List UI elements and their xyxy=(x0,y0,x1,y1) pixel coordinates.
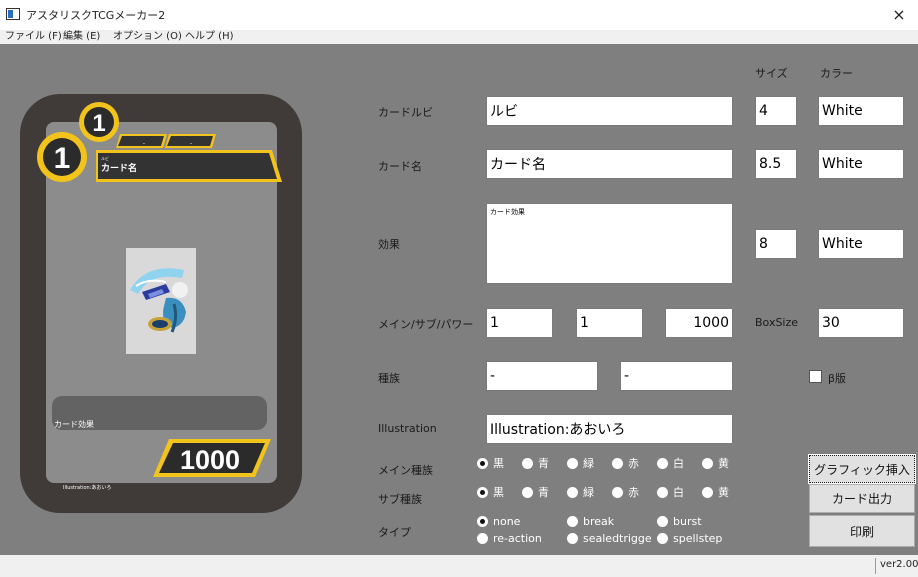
radio-dot xyxy=(522,487,533,498)
status-separator xyxy=(875,558,876,574)
race-input-2[interactable] xyxy=(620,361,733,391)
radio-dot xyxy=(612,458,623,469)
power-input[interactable] xyxy=(665,308,733,338)
menu-edit[interactable]: 編集 (E) xyxy=(63,30,100,44)
boxsize-input[interactable] xyxy=(818,308,904,338)
illustration-input[interactable] xyxy=(486,414,733,444)
cost-main-value: 1 xyxy=(54,142,71,175)
effect-textarea[interactable]: カード効果 xyxy=(486,203,733,284)
radio-dot xyxy=(477,533,488,544)
window-title: アスタリスクTCGメーカー2 xyxy=(26,9,166,22)
beta-checkbox[interactable] xyxy=(809,370,822,383)
card-banner: - - 1 1 ルビ カード名 xyxy=(37,102,282,182)
effect-size-input[interactable] xyxy=(755,229,797,259)
card-name-text: カード名 xyxy=(101,162,137,174)
race-input-1[interactable] xyxy=(486,361,598,391)
radio-dot xyxy=(702,487,713,498)
close-button[interactable]: × xyxy=(880,0,918,30)
boxsize-label: BoxSize xyxy=(755,316,799,329)
mini-label-text-1: - xyxy=(143,140,145,147)
color-header: カラー xyxy=(820,67,853,80)
radio-dot xyxy=(567,533,578,544)
radio-dot xyxy=(567,516,578,527)
insert-graphic-button[interactable]: グラフィック挿入 xyxy=(808,454,916,484)
ruby-label: カードルビ xyxy=(378,106,433,119)
name-size-input[interactable] xyxy=(755,149,797,179)
title-bar: アスタリスクTCGメーカー2 × xyxy=(0,0,918,30)
version-label: ver2.00 xyxy=(880,559,918,570)
illustration-image xyxy=(130,268,188,333)
radio-dot xyxy=(612,487,623,498)
size-header: サイズ xyxy=(755,67,788,80)
radio-dot xyxy=(477,487,488,498)
menu-help[interactable]: ヘルプ (H) xyxy=(185,30,234,44)
power-value: 1000 xyxy=(180,445,240,475)
name-color-input[interactable] xyxy=(818,149,904,179)
radio-dot xyxy=(657,516,668,527)
card-ruby-text: ルビ xyxy=(101,155,109,161)
illustration-label: Illustration xyxy=(378,422,437,435)
radio-dot xyxy=(567,487,578,498)
sub-race-label: サブ種族 xyxy=(378,493,422,506)
radio-dot xyxy=(522,458,533,469)
ruby-input[interactable] xyxy=(486,96,733,126)
card-output-button[interactable]: カード出力 xyxy=(809,484,915,513)
main-race-label: メイン種族 xyxy=(378,464,433,477)
radio-dot xyxy=(702,458,713,469)
print-button[interactable]: 印刷 xyxy=(809,515,915,547)
type-label: タイプ xyxy=(378,526,411,539)
radio-dot xyxy=(657,533,668,544)
cost-sub-value: 1 xyxy=(92,110,105,137)
card-illustration xyxy=(126,248,196,354)
radio-dot xyxy=(477,458,488,469)
menu-bar: ファイル (F) 編集 (E) オプション (O) ヘルプ (H) xyxy=(0,30,918,44)
ruby-size-input[interactable] xyxy=(755,96,797,126)
power-badge: 1000 xyxy=(153,439,271,477)
name-label: カード名 xyxy=(378,160,422,173)
status-bar: ver2.00 xyxy=(0,555,918,577)
mini-label-1 xyxy=(118,136,164,146)
main-input[interactable] xyxy=(486,308,553,338)
card-credit-text: Illustration:あおいろ xyxy=(63,485,112,491)
menu-file[interactable]: ファイル (F) xyxy=(5,30,62,44)
name-input[interactable] xyxy=(486,149,733,179)
radio-dot xyxy=(477,516,488,527)
effect-label: 効果 xyxy=(378,238,400,251)
radio-dot xyxy=(567,458,578,469)
beta-label: β版 xyxy=(828,372,847,385)
card-effect-text: カード効果 xyxy=(54,420,94,429)
mini-label-text-2: - xyxy=(190,140,192,147)
mainsubpower-label: メイン/サブ/パワー xyxy=(378,318,474,331)
radio-dot xyxy=(657,458,668,469)
effect-color-input[interactable] xyxy=(818,229,904,259)
app-icon xyxy=(6,8,20,20)
menu-options[interactable]: オプション (O) xyxy=(113,30,182,44)
sub-input[interactable] xyxy=(576,308,643,338)
radio-dot xyxy=(657,487,668,498)
race-label: 種族 xyxy=(378,372,400,385)
ruby-color-input[interactable] xyxy=(818,96,904,126)
